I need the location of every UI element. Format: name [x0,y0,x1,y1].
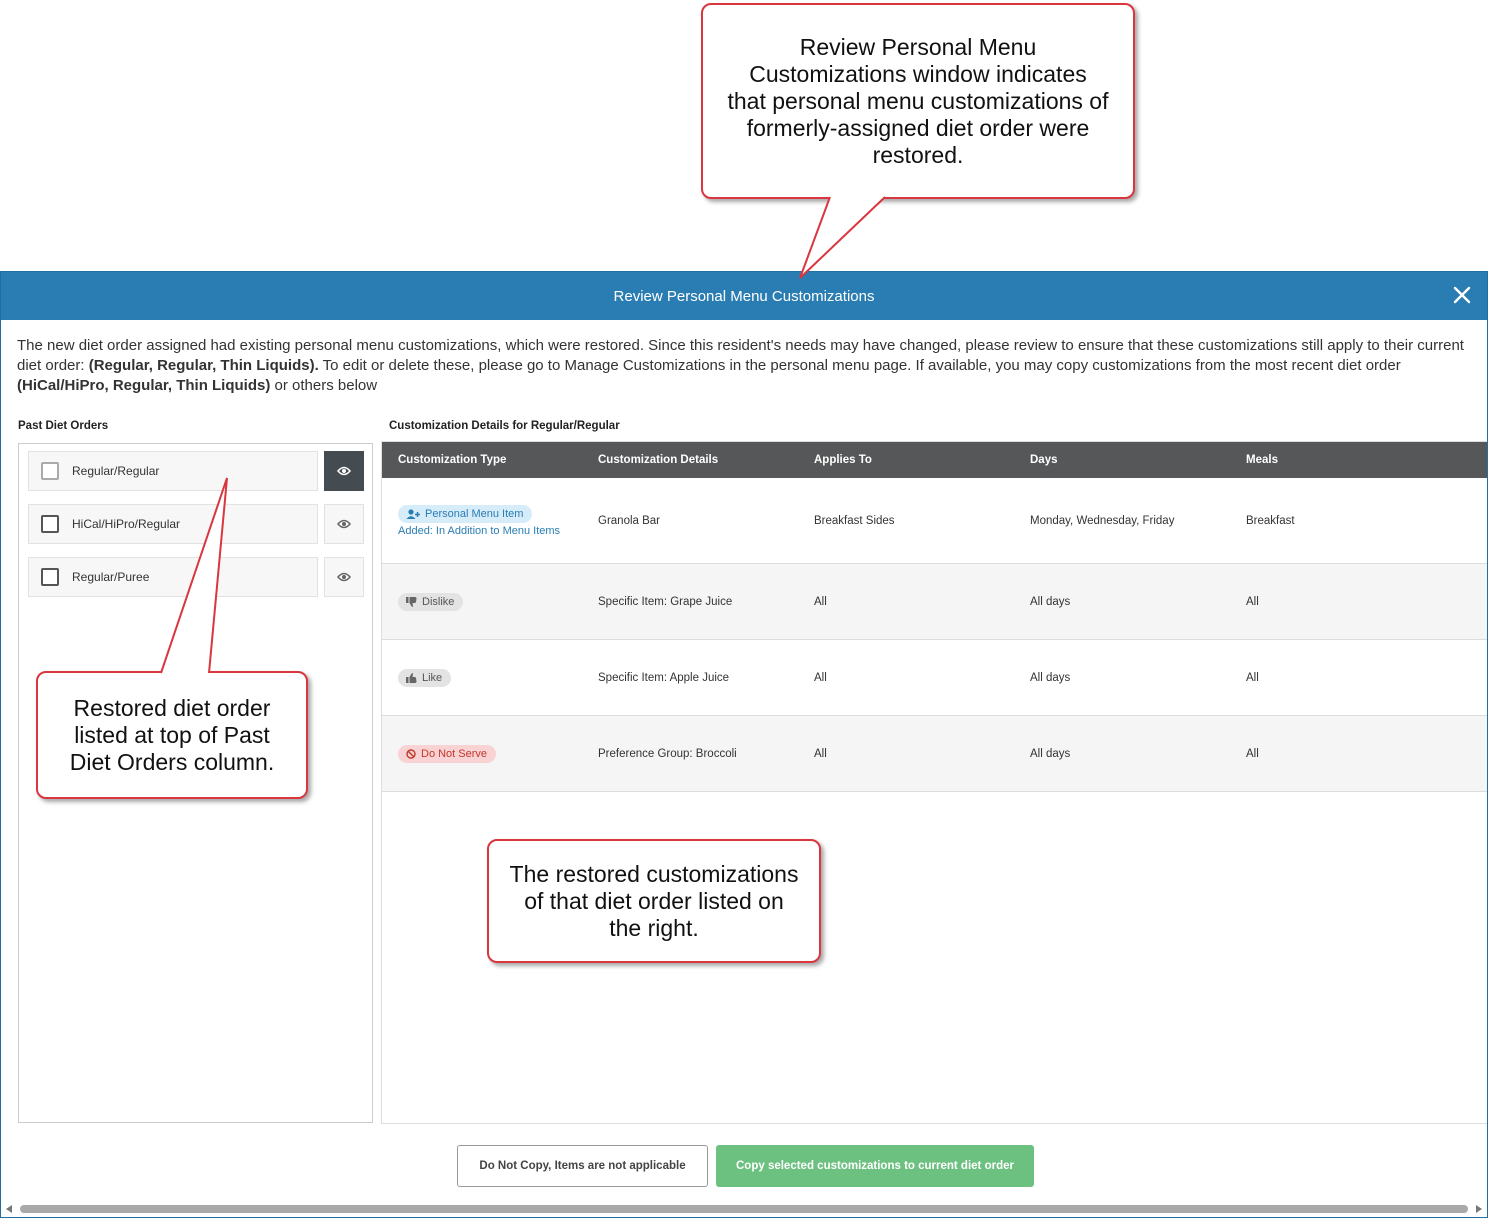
applies-to-cell: All [814,595,827,608]
copy-customizations-button[interactable]: Copy selected customizations to current … [716,1145,1034,1187]
details-cell: Specific Item: Apple Juice [598,671,730,684]
eye-icon [337,466,351,476]
diet-order-checkbox[interactable] [41,515,59,533]
callout-bottom: The restored customizations of that diet… [487,839,821,963]
customization-note: Added: In Addition to Menu Items [398,524,561,537]
customization-type-badge: Dislike [398,592,464,611]
modal-header: Review Personal Menu Customizations [1,272,1487,320]
column-header: Days [1030,454,1058,466]
column-header: Customization Details [598,454,719,466]
meals-cell: All [1246,747,1259,760]
applies-to-cell: All [814,747,827,760]
days-cell: All days [1030,671,1071,684]
diet-order-checkbox[interactable] [41,568,59,586]
customization-details-title: Customization Details for Regular/Regula… [389,420,620,432]
user-plus-icon [406,508,420,519]
intro-part-2: To edit or delete these, please go to Ma… [318,357,1401,374]
details-cell: Preference Group: Broccoli [598,747,737,760]
diet-order-checkbox[interactable] [41,462,59,480]
screenshot-root: Review Personal Menu Customizations The … [0,0,1488,1218]
customization-type-label: Do Not Serve [421,747,488,760]
customization-type-cell: Do Not Serve [382,744,598,763]
view-order-button[interactable] [324,557,364,597]
days-cell: All days [1030,747,1071,760]
table-row: Like Specific Item: Apple Juice All All … [382,640,1487,716]
eye-icon [337,519,351,529]
customization-type-badge: Like [398,668,452,687]
thumbs-down-icon [406,596,417,607]
callout-top-pointer [799,196,886,279]
customization-type-cell: Personal Menu Item Added: In Addition to… [382,504,598,537]
current-diet-order: (Regular, Regular, Thin Liquids). [88,357,319,374]
horizontal-scrollbar[interactable] [4,1203,1486,1215]
past-diet-orders-title: Past Diet Orders [18,420,109,432]
ban-icon [406,748,416,759]
view-order-button[interactable] [324,451,364,491]
details-cell: Granola Bar [598,514,661,527]
customization-type-cell: Dislike [382,592,598,611]
scroll-right-icon[interactable] [1476,1205,1482,1213]
modal-title: Review Personal Menu Customizations [613,287,875,305]
intro-text: The new diet order assigned had existing… [17,336,1473,396]
details-cell: Specific Item: Grape Juice [598,595,733,608]
table-row: Personal Menu Item Added: In Addition to… [382,478,1487,564]
callout-left: Restored diet order listed at top of Pas… [36,671,308,799]
table-header: Customization Type Customization Details… [382,442,1487,478]
close-icon[interactable] [1451,284,1473,306]
intro-part-3: or others below [270,377,378,394]
customization-type-cell: Like [382,668,598,687]
diet-order-label: Regular/Puree [72,570,150,584]
applies-to-cell: Breakfast Sides [814,514,895,527]
callout-left-pointer [160,477,228,674]
recent-diet-order: (HiCal/HiPro, Regular, Thin Liquids) [17,377,271,394]
meals-cell: All [1246,595,1259,608]
meals-cell: All [1246,671,1259,684]
customization-type-badge: Personal Menu Item [398,504,533,523]
customization-type-label: Dislike [422,595,455,608]
table-row: Dislike Specific Item: Grape Juice All A… [382,564,1487,640]
customization-type-label: Personal Menu Item [425,507,524,520]
scroll-left-icon[interactable] [6,1205,12,1213]
do-not-copy-button[interactable]: Do Not Copy, Items are not applicable [457,1145,708,1187]
meals-cell: Breakfast [1246,514,1295,527]
column-header: Customization Type [398,454,507,466]
column-header: Meals [1246,454,1278,466]
customization-details-table: Customization Type Customization Details… [381,441,1487,1124]
days-cell: Monday, Wednesday, Friday [1030,514,1175,527]
applies-to-cell: All [814,671,827,684]
days-cell: All days [1030,595,1071,608]
diet-order-label: Regular/Regular [72,464,160,478]
column-header: Applies To [814,454,872,466]
eye-icon [337,572,351,582]
customization-type-label: Like [422,671,443,684]
thumbs-up-icon [406,672,417,683]
scrollbar-thumb[interactable] [20,1205,1468,1213]
view-order-button[interactable] [324,504,364,544]
table-row: Do Not Serve Preference Group: Broccoli … [382,716,1487,792]
callout-top: Review Personal Menu Customizations wind… [701,3,1135,199]
customization-type-badge: Do Not Serve [398,744,497,763]
